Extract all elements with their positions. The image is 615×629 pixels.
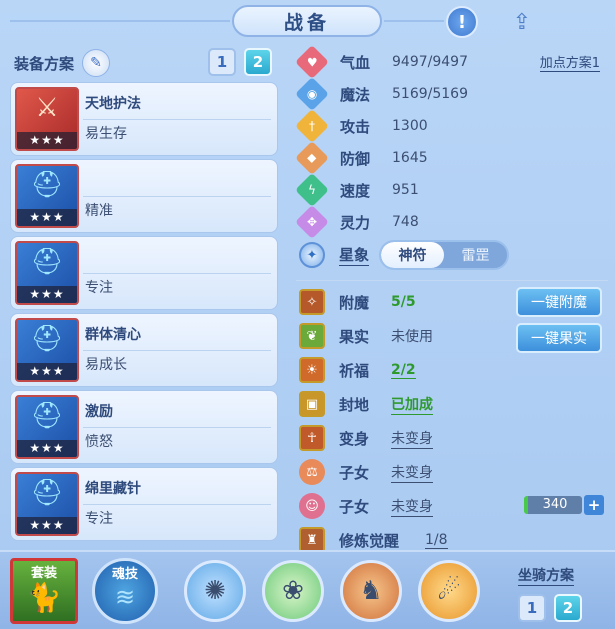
helm-icon: ⛑ ★★★ bbox=[15, 395, 79, 459]
equip-name: 绵里藏针 bbox=[85, 481, 141, 497]
helm-icon: ⛑ ★★★ bbox=[15, 241, 79, 305]
child-icon: ☺ bbox=[299, 493, 325, 519]
stat-row-spirit: ✥ 灵力 748 bbox=[295, 205, 608, 239]
equip-attr: 易生存 bbox=[85, 126, 127, 142]
equip-attr: 专注 bbox=[85, 511, 113, 527]
helm-icon: ⛑ ★★★ bbox=[15, 164, 79, 228]
equip-item[interactable]: ⛑ ★★★ 激励 愤怒 bbox=[10, 390, 278, 464]
stat-plan-link[interactable]: 加点方案1 bbox=[539, 52, 600, 72]
mount-plan-label[interactable]: 坐骑方案 bbox=[518, 565, 574, 586]
one-click-enchant-button[interactable]: 一键附魔 bbox=[516, 287, 602, 317]
equip-plan-header: 装备方案 ✎ bbox=[14, 48, 280, 78]
window-title: 战备 bbox=[232, 5, 382, 37]
stat-row-hp: ♥ 气血 9497/9497 加点方案1 bbox=[295, 45, 608, 79]
stat-row-mp: ◉ 魔法 5169/5169 bbox=[295, 77, 608, 111]
enhance-panel: ✧ 附魔 5/5 一键附魔 ❦ 果实 未使用 一键果实 ☀ 祈福 2/2 ▣ 封… bbox=[296, 276, 608, 557]
shield-icon: ◆ bbox=[295, 141, 329, 175]
pet-2-icon[interactable]: ❀ bbox=[262, 560, 324, 622]
mount-plan-1-button[interactable]: 1 bbox=[518, 594, 546, 622]
plus-icon[interactable]: + bbox=[584, 495, 604, 515]
equip-item[interactable]: ⛑ ★★★ 群体清心 易成长 bbox=[10, 313, 278, 387]
enhance-row: ▣ 封地 已加成 bbox=[296, 387, 608, 421]
share-icon[interactable]: ⇪ bbox=[506, 6, 538, 38]
equip-item[interactable]: ⛑ ★★★ 精准 bbox=[10, 159, 278, 233]
fruit-icon: ❦ bbox=[299, 323, 325, 349]
equip-attr: 专注 bbox=[85, 280, 113, 296]
helm-icon: ⛑ ★★★ bbox=[15, 318, 79, 382]
fief-icon: ▣ bbox=[299, 391, 325, 417]
star-option-shenfu[interactable]: 神符 bbox=[381, 242, 445, 268]
pet-1-icon[interactable]: ✺ bbox=[184, 560, 246, 622]
spirit-icon: ✥ bbox=[295, 205, 329, 239]
stat-row-speed: ϟ 速度 951 bbox=[295, 173, 608, 207]
wind-icon: ≋ bbox=[114, 583, 136, 611]
enhance-row: ❦ 果实 未使用 一键果实 bbox=[296, 319, 608, 353]
equip-plan-1-button[interactable]: 1 bbox=[208, 48, 236, 76]
enhance-row: ☥ 变身 未变身 bbox=[296, 421, 608, 455]
sword-icon: ⚔ ★★★ bbox=[15, 87, 79, 151]
equip-attr: 精准 bbox=[85, 203, 113, 219]
enhance-row: ☀ 祈福 2/2 bbox=[296, 353, 608, 387]
title-divider-right bbox=[384, 20, 444, 22]
pencil-icon[interactable]: ✎ bbox=[82, 49, 111, 77]
star-label[interactable]: 星象 bbox=[339, 244, 370, 266]
pet-3-icon[interactable]: ♞ bbox=[340, 560, 402, 622]
mana-icon: ◉ bbox=[295, 77, 329, 111]
pet-4-icon[interactable]: ☄ bbox=[418, 560, 480, 622]
exclamation-icon[interactable]: ! bbox=[446, 6, 478, 38]
star-toggle[interactable]: 神符 雷罡 bbox=[379, 240, 510, 270]
compass-icon: ✦ bbox=[299, 242, 325, 268]
star-option-leigang[interactable]: 雷罡 bbox=[444, 242, 507, 268]
enhance-row: ✧ 附魔 5/5 一键附魔 bbox=[296, 285, 608, 319]
star-row: ✦ 星象 神符 雷罡 bbox=[296, 238, 608, 272]
suit-button[interactable]: 套装 🐈 bbox=[10, 558, 78, 624]
mount-plan-2-button[interactable]: 2 bbox=[554, 594, 582, 622]
heart-icon: ♥ bbox=[295, 45, 329, 79]
equip-plan-label: 装备方案 bbox=[14, 54, 75, 73]
equip-attr: 愤怒 bbox=[85, 434, 113, 450]
enchant-icon: ✧ bbox=[299, 289, 325, 315]
spirit-bar: 340 + bbox=[524, 495, 604, 515]
blessing-icon: ☀ bbox=[299, 357, 325, 383]
attack-icon: † bbox=[295, 109, 329, 143]
soul-skill-button[interactable]: 魂技 ≋ bbox=[92, 558, 158, 624]
equip-name: 天地护法 bbox=[85, 96, 141, 112]
stat-row-defense: ◆ 防御 1645 bbox=[295, 141, 608, 175]
helm-icon: ⛑ ★★★ bbox=[15, 472, 79, 536]
one-click-fruit-button[interactable]: 一键果实 bbox=[516, 323, 602, 353]
equip-item[interactable]: ⚔ ★★★ 天地护法 易生存 bbox=[10, 82, 278, 156]
child-icon: ⚖ bbox=[299, 459, 325, 485]
equip-name: 激励 bbox=[85, 404, 113, 420]
cat-icon: 🐈 bbox=[26, 581, 62, 614]
stat-row-attack: † 攻击 1300 bbox=[295, 109, 608, 143]
enhance-row: ☺ 子女 未变身 340 + bbox=[296, 489, 608, 523]
transform-icon: ☥ bbox=[299, 425, 325, 451]
equip-attr: 易成长 bbox=[85, 357, 127, 373]
stats-panel: ♥ 气血 9497/9497 加点方案1 ◉ 魔法 5169/5169 † 攻击… bbox=[295, 45, 608, 272]
equip-item[interactable]: ⛑ ★★★ 专注 bbox=[10, 236, 278, 310]
speed-icon: ϟ bbox=[295, 173, 329, 207]
equip-list: ⚔ ★★★ 天地护法 易生存 ⛑ ★★★ 精准 ⛑ ★★★ 专注 ⛑ ★★★ 群体清心 … bbox=[10, 82, 278, 544]
equip-item[interactable]: ⛑ ★★★ 绵里藏针 专注 bbox=[10, 467, 278, 541]
equip-name: 群体清心 bbox=[85, 327, 141, 343]
spirit-value: 340 bbox=[524, 496, 582, 514]
title-divider-left bbox=[10, 20, 230, 22]
equip-plan-2-button[interactable]: 2 bbox=[244, 48, 272, 76]
enhance-row: ⚖ 子女 未变身 bbox=[296, 455, 608, 489]
